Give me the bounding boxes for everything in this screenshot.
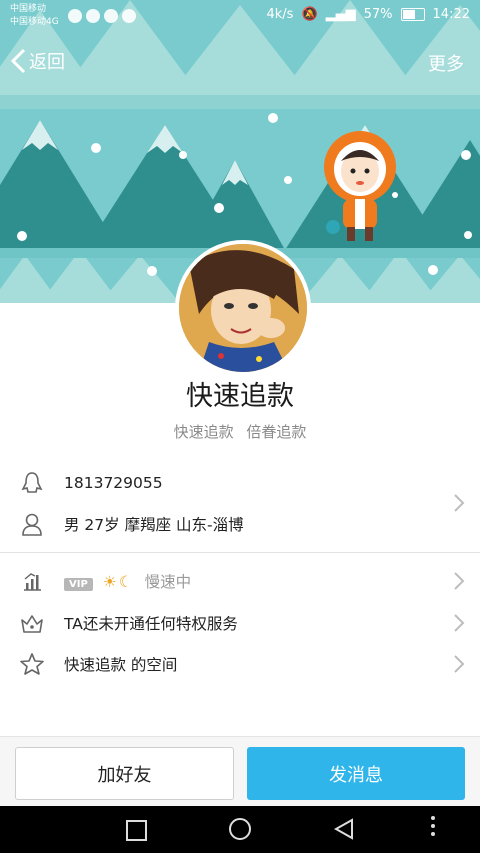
personal-details-row[interactable]: 男 27岁 摩羯座 山东-淄博 <box>0 510 480 538</box>
status-bar: 中国移动 中国移动4G 4k/s 🔕 ▂▄▆ 57% 14:22 <box>0 0 480 32</box>
avatar[interactable] <box>175 240 311 376</box>
clock-time: 14:22 <box>432 7 470 22</box>
send-message-button[interactable]: 发消息 <box>247 747 465 800</box>
menu-dots-icon[interactable] <box>431 816 435 840</box>
vip-content: VIP ☀ ☾ 慢速中 <box>64 570 191 592</box>
star-icon <box>19 651 45 677</box>
cloud-icon <box>68 9 82 23</box>
qzone-text: 快速追款 的空间 <box>64 656 178 674</box>
back-button[interactable]: 返回 <box>10 48 65 74</box>
profile-nickname: 快速追款 <box>186 381 294 412</box>
battery-icon <box>400 8 425 21</box>
recent-apps-icon[interactable] <box>126 820 147 841</box>
back-triangle-icon[interactable] <box>334 818 354 840</box>
chevron-left-icon <box>10 48 26 74</box>
privilege-service-row[interactable]: TA还未开通任何特权服务 <box>0 609 480 637</box>
app-notification-icon <box>86 9 100 23</box>
profile-tags[interactable]: 快速追款 倍眷追款 <box>0 421 480 442</box>
chevron-right-icon[interactable] <box>453 493 465 513</box>
section-divider <box>0 552 480 553</box>
battery-percent: 57% <box>363 7 393 22</box>
qq-number-row[interactable]: 1813729055 <box>0 470 480 496</box>
avatar-image <box>179 244 307 372</box>
vip-badge: VIP <box>64 578 93 591</box>
bottom-action-bar: 加好友 发消息 <box>0 736 480 807</box>
back-label: 返回 <box>29 52 65 73</box>
carrier-primary: 中国移动 <box>10 4 47 14</box>
person-icon <box>19 511 45 537</box>
crown-icon <box>19 610 45 636</box>
top-navigation: 返回 更多 <box>0 40 480 88</box>
qzone-row[interactable]: 快速追款 的空间 <box>0 650 480 678</box>
add-friend-button[interactable]: 加好友 <box>15 747 234 800</box>
status-right: 4k/s 🔕 ▂▄▆ 57% 14:22 <box>266 7 470 22</box>
chat-bubble-icon <box>122 9 136 23</box>
carrier-info: 中国移动 中国移动4G <box>10 3 59 29</box>
personal-details: 男 27岁 摩羯座 山东-淄博 <box>64 516 244 534</box>
signal-icon: ▂▄▆ <box>325 7 356 22</box>
chevron-right-icon <box>454 572 465 590</box>
level-chart-icon <box>19 568 45 594</box>
privilege-service-text: TA还未开通任何特权服务 <box>64 615 238 633</box>
qq-icon <box>104 9 118 23</box>
carrier-secondary: 中国移动4G <box>10 17 59 27</box>
chevron-right-icon <box>454 614 465 632</box>
vip-row[interactable]: VIP ☀ ☾ 慢速中 <box>0 568 480 594</box>
notification-icons <box>68 9 136 23</box>
chevron-right-icon <box>454 655 465 673</box>
vip-status: 慢速中 <box>144 573 192 591</box>
sun-icon: ☀ <box>102 573 117 591</box>
qq-number: 1813729055 <box>64 474 163 492</box>
home-icon[interactable] <box>229 818 251 840</box>
system-navigation-bar <box>0 806 480 853</box>
mute-icon: 🔕 <box>301 7 318 22</box>
penguin-icon <box>19 470 45 496</box>
moon-icon: ☾ <box>118 573 133 591</box>
more-button[interactable]: 更多 <box>428 50 464 76</box>
network-speed: 4k/s <box>266 7 294 22</box>
